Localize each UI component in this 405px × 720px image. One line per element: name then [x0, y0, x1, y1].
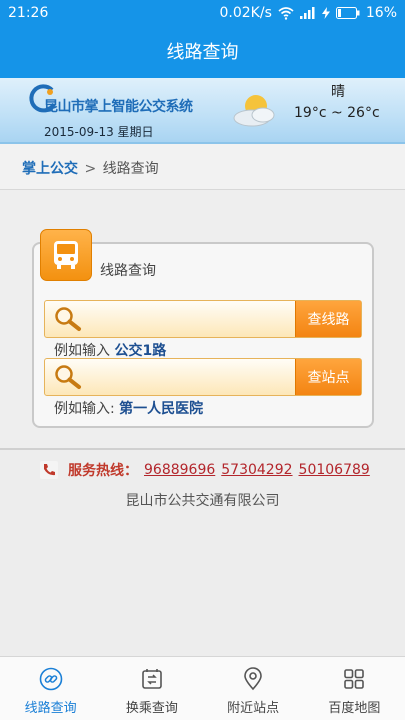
- breadcrumb-separator: >: [84, 161, 97, 177]
- charging-icon: [321, 7, 330, 19]
- phone-icon: [40, 461, 58, 479]
- location-pin-icon: [244, 667, 262, 691]
- sunny-cloud-icon: [233, 95, 275, 127]
- stop-hint-example: 第一人民医院: [119, 401, 204, 417]
- status-icons: 0.02K/s 16%: [220, 5, 398, 21]
- nav-nearby-stops[interactable]: 附近站点: [203, 657, 304, 720]
- nav-label: 换乘查询: [125, 701, 178, 716]
- search-icon: [55, 365, 81, 389]
- route-search-bar: 查线路: [44, 300, 362, 338]
- search-stop-button[interactable]: 查站点: [295, 359, 361, 395]
- nav-baidu-map[interactable]: 百度地图: [304, 657, 405, 720]
- banner: 昆山市掌上智能公交系统 2015-09-13 星期日 晴 19°c ~ 26°c: [0, 78, 405, 144]
- stop-search-input[interactable]: [91, 363, 287, 391]
- nav-label: 附近站点: [227, 701, 280, 716]
- search-route-button[interactable]: 查线路: [295, 301, 361, 337]
- hotline-number-3[interactable]: 50106789: [299, 462, 370, 478]
- company-name: 昆山市公共交通有限公司: [125, 493, 280, 509]
- bottom-nav: 线路查询 换乘查询 附近站点 百度地图: [0, 656, 405, 720]
- weather-condition: 晴: [331, 84, 345, 100]
- breadcrumb-home[interactable]: 掌上公交: [22, 161, 78, 177]
- route-search-input[interactable]: [91, 305, 287, 333]
- main-content: 线路查询 查线路 例如输入 公交1路 查站点 例如输入: 第一人民医院: [0, 190, 405, 450]
- search-icon: [55, 307, 81, 331]
- status-bar: 21:26 0.02K/s 16%: [0, 0, 405, 28]
- breadcrumb: 掌上公交 > 线路查询: [0, 144, 405, 190]
- hotline-number-2[interactable]: 57304292: [221, 462, 292, 478]
- wifi-icon: [278, 6, 294, 20]
- transfer-icon: [142, 669, 162, 689]
- bus-icon: [40, 229, 92, 281]
- service-hotline: 服务热线： 96889696 57304292 50106789: [40, 460, 376, 480]
- stop-search-hint: 例如输入: 第一人民医院: [54, 398, 203, 418]
- stop-search-bar: 查站点: [44, 358, 362, 396]
- nav-transfer-query[interactable]: 换乘查询: [101, 657, 202, 720]
- weather-temperature: 19°c ~ 26°c: [294, 105, 380, 121]
- route-query-card: 线路查询 查线路 例如输入 公交1路 查站点 例如输入: 第一人民医院: [32, 229, 374, 428]
- route-hint-example: 公交1路: [114, 343, 167, 359]
- hotline-number-1[interactable]: 96889696: [144, 462, 215, 478]
- route-search-hint: 例如输入 公交1路: [54, 340, 166, 360]
- page-title: 线路查询: [166, 42, 239, 63]
- battery-level: 16%: [365, 5, 397, 21]
- status-time: 21:26: [8, 5, 49, 21]
- breadcrumb-current: 线路查询: [102, 161, 159, 177]
- nav-label: 百度地图: [328, 701, 381, 716]
- hotline-label: 服务热线：: [68, 463, 138, 479]
- route-hint-prefix: 例如输入: [54, 343, 110, 359]
- nav-label: 线路查询: [24, 701, 77, 716]
- battery-icon: [335, 7, 360, 19]
- network-speed: 0.02K/s: [219, 5, 272, 21]
- banner-brand: 昆山市掌上智能公交系统: [44, 99, 193, 115]
- card-title: 线路查询: [100, 263, 156, 279]
- app-header: 线路查询: [0, 28, 405, 78]
- stop-hint-prefix: 例如输入:: [54, 401, 115, 417]
- banner-date: 2015-09-13 星期日: [44, 125, 154, 139]
- nav-route-query[interactable]: 线路查询: [0, 657, 101, 720]
- grid-icon: [344, 669, 365, 689]
- signal-icon: [299, 7, 316, 19]
- link-icon: [39, 667, 62, 691]
